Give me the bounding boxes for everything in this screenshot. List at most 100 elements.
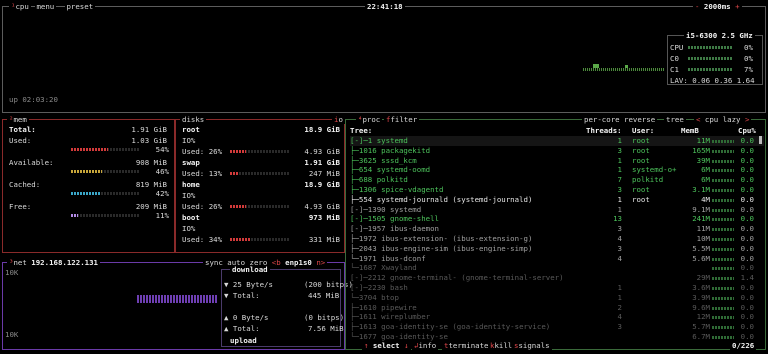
cpu-info-box: i5-6300 2.5 GHz CPU C0 C1 0% 0% 7% LAV: …: [667, 31, 763, 85]
proc-panel: ⁴proc ffilter per-core reverse tree < cp…: [345, 115, 766, 350]
process-row[interactable]: [-]─1390 systemd 1 9.1M 0.0: [350, 205, 764, 215]
mem-meter-fill: [71, 170, 102, 173]
cpu-tab[interactable]: ¹cpu: [9, 2, 31, 11]
process-mem: 5.5M: [692, 243, 710, 253]
kill-button[interactable]: kkill: [488, 341, 515, 350]
process-tree: [-]─1505 gnome-shell: [350, 214, 439, 224]
signals-button[interactable]: ssignals: [512, 341, 552, 350]
process-tree: ├─554 systemd-journald (systemd-journald…: [350, 194, 533, 204]
process-row[interactable]: [-]─2212 gnome-terminal- (gnome-terminal…: [350, 273, 764, 283]
process-row[interactable]: [-]─2230 bash 1 3.6M 0.0: [350, 283, 764, 293]
process-mem: 3.9M: [692, 292, 710, 302]
net-stats-box: download ▼ 25 Byte/s (200 bitps) ▼ Total…: [221, 265, 353, 347]
menu-button[interactable]: mmenu: [35, 2, 57, 11]
process-row[interactable]: ├─1613 goa-identity-se (goa-identity-ser…: [350, 322, 764, 332]
proc-tab[interactable]: ⁴proc: [356, 115, 383, 124]
download-total-label: ▼ Total:: [224, 291, 260, 300]
select-control[interactable]: ↑ select ↓: [362, 341, 411, 350]
process-row[interactable]: ├─688 polkitd 7 polkitd 6M 0.0: [350, 175, 764, 185]
process-tree: [-]─1390 systemd: [350, 204, 422, 214]
mem-label: Used:: [9, 136, 32, 145]
process-threads: 3: [617, 185, 622, 194]
process-row[interactable]: ├─1306 spice-vdagentd 3 root 3.1M 0.0: [350, 185, 764, 195]
proc-scrollbar[interactable]: [759, 136, 762, 144]
per-core-toggle[interactable]: per-core: [582, 115, 622, 124]
preset-button[interactable]: ppreset: [65, 2, 96, 11]
net-ip: 192.168.122.131: [31, 258, 99, 267]
process-user: polkitd: [632, 175, 664, 185]
process-threads: 1: [617, 165, 622, 175]
disks-tab[interactable]: disks: [180, 115, 207, 124]
next-iface-button[interactable]: n>: [316, 258, 325, 267]
process-cpu-graph: [712, 228, 734, 232]
info-button[interactable]: ↲info: [412, 341, 439, 350]
process-row[interactable]: ├─3625 sssd_kcm 1 root 39M 0.0: [350, 156, 764, 166]
process-cpu-graph: [712, 306, 734, 310]
process-row[interactable]: ├─1610 pipewire 2 9.6M 0.0: [350, 303, 764, 313]
reverse-toggle[interactable]: reverse: [622, 115, 658, 124]
process-row[interactable]: ├─2043 ibus-engine-sim (ibus-engine-simp…: [350, 244, 764, 254]
col-tree[interactable]: Tree:: [350, 126, 372, 135]
process-row[interactable]: ├─654 systemd-oomd 1 systemd-o+ 6M 0.0: [350, 165, 764, 175]
process-row[interactable]: └─1971 ibus-dconf 4 5.6M 0.0: [350, 254, 764, 264]
increase-refresh-button: +: [735, 2, 740, 11]
mem-pct: 54%: [155, 145, 169, 154]
net-scale-top: 10K: [5, 268, 19, 277]
mem-meter-track: [71, 214, 139, 217]
process-tree: └─1687 Xwayland: [350, 263, 417, 273]
process-tree: [-]─1 systemd: [350, 136, 408, 145]
col-mem[interactable]: MemB: [681, 126, 699, 135]
process-cpu-graph: [712, 159, 734, 163]
process-tree: ├─688 polkitd: [350, 175, 408, 185]
process-cpu: 0.0: [740, 302, 754, 312]
terminate-button[interactable]: tterminate: [442, 341, 491, 350]
process-cpu-graph: [712, 189, 734, 192]
col-user[interactable]: User:: [632, 126, 654, 135]
process-row[interactable]: ├─1016 packagekitd 3 root 165M 0.0: [350, 146, 764, 156]
process-threads: 4: [617, 234, 622, 243]
process-tree: ├─1972 ibus-extension- (ibus-extension-g…: [350, 234, 533, 243]
tree-toggle[interactable]: tree: [664, 115, 686, 124]
process-mem: 165M: [692, 145, 710, 155]
process-threads: 4: [617, 253, 622, 263]
process-mem: 11M: [696, 136, 710, 145]
process-row[interactable]: [-]─1 systemd 1 root 11M 0.0: [350, 136, 764, 146]
col-threads[interactable]: Threads:: [586, 126, 622, 135]
disk-total: 18.9 GiB: [304, 125, 340, 134]
process-threads: 4: [617, 312, 622, 322]
disk-name: boot: [182, 213, 200, 222]
prev-iface-button[interactable]: <b: [272, 258, 281, 267]
disk-name: home: [182, 180, 200, 189]
process-tree: [-]─2230 bash: [350, 283, 408, 292]
process-row[interactable]: [-]─1957 ibus-daemon 3 11M 0.0: [350, 224, 764, 234]
io-toggle[interactable]: iioo: [332, 115, 345, 124]
sort-selector[interactable]: < cpu lazy >: [694, 115, 752, 124]
mem-tab[interactable]: ²mem: [7, 115, 29, 124]
process-row[interactable]: ├─1972 ibus-extension- (ibus-extension-g…: [350, 234, 764, 244]
sync-toggle[interactable]: sync: [205, 258, 223, 267]
download-rate: ▼ 25 Byte/s: [224, 280, 273, 289]
process-tree: ├─654 systemd-oomd: [350, 165, 431, 175]
col-cpu[interactable]: Cpu%: [738, 126, 756, 135]
disk-used: 331 MiB: [308, 235, 340, 244]
iface-name: enp1s0: [285, 258, 312, 267]
process-row[interactable]: ├─554 systemd-journald (systemd-journald…: [350, 195, 764, 205]
process-row[interactable]: └─3704 btop 1 3.9M 0.0: [350, 293, 764, 303]
refresh-rate[interactable]: - 2000ms +: [693, 2, 742, 11]
process-user: systemd-o+: [632, 165, 677, 175]
process-tree: └─3704 btop: [350, 292, 399, 302]
disk-used: 4.93 GiB: [304, 202, 340, 211]
process-mem: 3.6M: [692, 283, 710, 292]
filter-button[interactable]: ffilter: [384, 115, 420, 124]
disk-meter-fill: [230, 150, 246, 153]
process-row[interactable]: └─1687 Xwayland 0.0: [350, 263, 764, 273]
process-row[interactable]: [-]─1505 gnome-shell 13 241M 0.0: [350, 214, 764, 224]
core1-meter: [688, 68, 733, 71]
process-mem: 29M: [696, 273, 710, 283]
process-threads: 7: [617, 175, 622, 185]
process-cpu-graph: [712, 169, 734, 173]
net-tab[interactable]: ³net 192.168.122.131: [7, 258, 101, 267]
process-cpu: 1.4: [740, 273, 754, 283]
process-row[interactable]: ├─1611 wireplumber 4 12M 0.0: [350, 312, 764, 322]
process-cpu: 0.0: [740, 224, 754, 234]
